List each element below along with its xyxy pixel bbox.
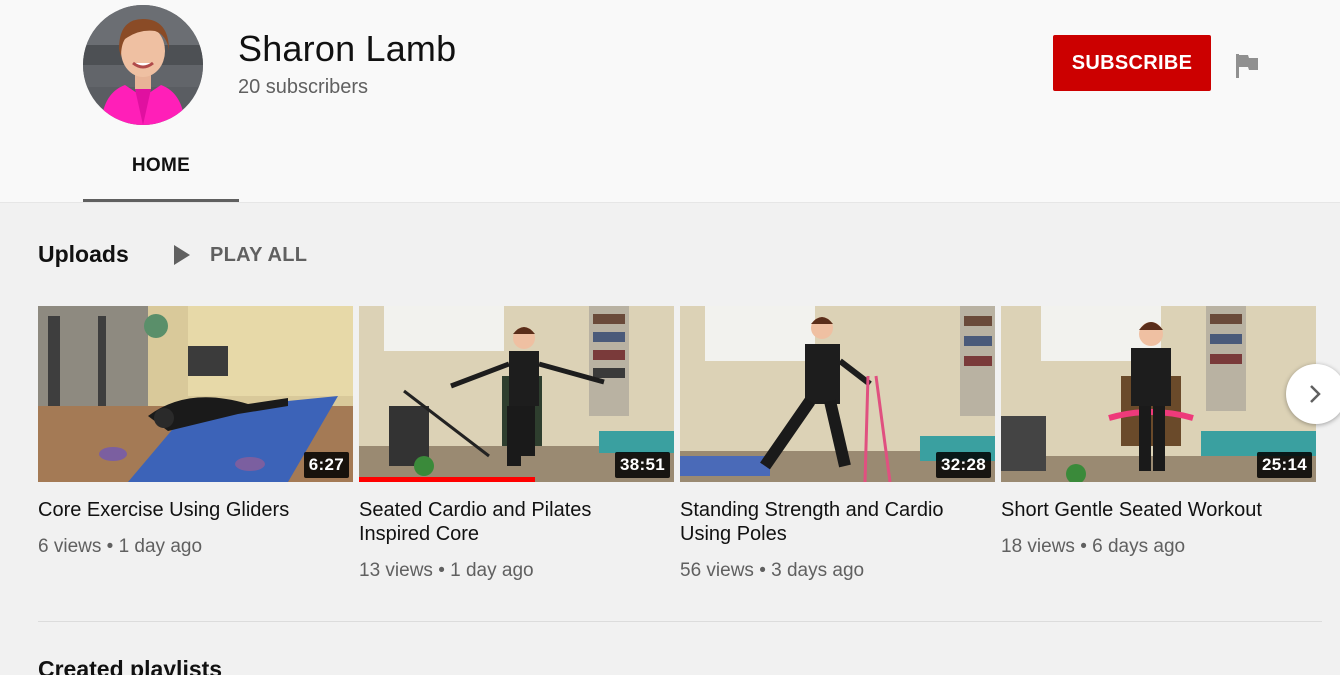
channel-name: Sharon Lamb — [238, 28, 457, 69]
uploads-title[interactable]: Uploads — [38, 241, 129, 268]
video-meta: 13 views • 1 day ago — [359, 560, 534, 581]
play-all-button[interactable]: PLAY ALL — [172, 240, 307, 270]
video-title[interactable]: Short Gentle Seated Workout — [1001, 498, 1301, 522]
watch-progress-bar — [359, 477, 536, 482]
video-thumbnail[interactable]: 32:28 — [680, 306, 995, 482]
playlists-title[interactable]: Created playlists — [38, 656, 222, 675]
subscribe-button[interactable]: SUBSCRIBE — [1053, 35, 1211, 91]
subscriber-count: 20 subscribers — [238, 76, 369, 98]
flag-icon[interactable] — [1232, 50, 1262, 80]
video-card[interactable]: 25:14 Short Gentle Seated Workout 18 vie… — [1001, 306, 1316, 558]
video-thumbnail[interactable]: 38:51 — [359, 306, 674, 482]
next-button[interactable] — [1286, 364, 1340, 424]
video-thumbnail[interactable]: 6:27 — [38, 306, 353, 482]
video-title[interactable]: Core Exercise Using Gliders — [38, 498, 338, 522]
video-duration: 6:27 — [303, 452, 349, 478]
video-card[interactable]: 32:28 Standing Strength and Cardio Using… — [680, 306, 995, 582]
video-duration: 25:14 — [1257, 452, 1312, 478]
video-meta: 18 views • 6 days ago — [1001, 536, 1186, 557]
channel-header: Sharon Lamb 20 subscribers SUBSCRIBE HOM… — [0, 0, 1340, 203]
video-meta: 6 views • 1 day ago — [38, 536, 203, 557]
video-duration: 38:51 — [615, 452, 670, 478]
section-divider — [38, 621, 1322, 622]
video-thumbnail[interactable]: 25:14 — [1001, 306, 1316, 482]
video-duration: 32:28 — [936, 452, 991, 478]
video-title[interactable]: Standing Strength and Cardio Using Poles — [680, 498, 980, 546]
play-icon — [174, 245, 190, 265]
tab-home[interactable]: HOME — [83, 138, 239, 202]
channel-avatar[interactable] — [83, 5, 203, 125]
play-all-label: PLAY ALL — [210, 243, 308, 266]
chevron-right-icon — [1310, 385, 1321, 403]
video-title[interactable]: Seated Cardio and Pilates Inspired Core — [359, 498, 659, 546]
video-card[interactable]: 6:27 Core Exercise Using Gliders 6 views… — [38, 306, 353, 558]
video-meta: 56 views • 3 days ago — [680, 560, 865, 581]
video-card[interactable]: 38:51 Seated Cardio and Pilates Inspired… — [359, 306, 674, 582]
